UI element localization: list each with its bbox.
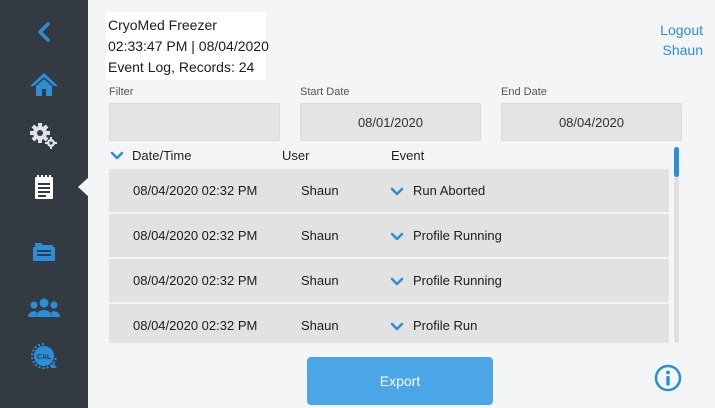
row-user: Shaun [301,183,339,198]
expand-chevron-down-icon[interactable] [390,277,404,286]
row-datetime: 08/04/2020 02:32 PM [133,228,258,243]
row-datetime: 08/04/2020 02:32 PM [133,273,258,288]
event-log-page: CryoMed Freezer 02:33:47 PM | 08/04/2020… [88,0,715,408]
row-event: Run Aborted [413,183,486,198]
row-user: Shaun [301,228,339,243]
filter-input[interactable] [109,103,280,141]
scrollbar-thumb[interactable] [674,147,679,177]
row-datetime: 08/04/2020 02:32 PM [133,318,258,333]
start-date-label: Start Date [300,86,350,98]
row-user: Shaun [301,318,339,333]
sort-chevron-down-icon[interactable] [110,151,124,160]
info-icon[interactable] [654,364,682,392]
start-date-field[interactable]: 08/01/2020 [300,103,481,141]
row-user: Shaun [301,273,339,288]
row-datetime: 08/04/2020 02:32 PM [133,183,258,198]
column-header-datetime[interactable]: Date/Time [132,148,191,163]
settings-gears-icon [30,123,57,149]
calibration-icon-text: CAL [37,354,52,361]
table-row[interactable]: 08/04/2020 02:32 PM Shaun Profile Runnin… [109,214,669,257]
sidebar: CAL [0,0,89,408]
profiles-folder-icon [33,243,55,261]
home-icon [30,73,58,96]
column-header-event: Event [391,148,425,163]
home-button[interactable] [0,62,88,106]
row-event: Profile Running [413,228,502,243]
end-date-field[interactable]: 08/04/2020 [501,103,682,141]
column-header-user: User [282,148,310,163]
users-group-icon [28,298,60,317]
current-datetime: 02:33:47 PM | 08/04/2020 [108,38,269,54]
back-button[interactable] [0,10,88,54]
end-date-label: End Date [501,86,547,98]
row-event: Profile Running [413,273,502,288]
profiles-button[interactable] [0,229,88,273]
back-chevron-icon [38,22,50,42]
row-event: Profile Run [413,318,478,333]
event-log-clipboard-icon [35,175,53,199]
calibration-icon: CAL [31,343,57,369]
calibration-button[interactable]: CAL [0,334,88,378]
settings-button[interactable] [0,114,88,158]
current-user: Shaun [662,42,703,58]
table-row[interactable]: 08/04/2020 02:32 PM Shaun Run Aborted [109,169,669,212]
logout-link[interactable]: Logout [660,22,703,38]
expand-chevron-down-icon[interactable] [390,187,404,196]
page-info: Event Log, Records: 24 [108,59,255,75]
filter-label: Filter [109,86,134,98]
event-table: 08/04/2020 02:32 PM Shaun Run Aborted 08… [109,169,669,343]
users-button[interactable] [0,286,88,330]
export-button[interactable]: Export [307,357,493,405]
table-row[interactable]: 08/04/2020 02:32 PM Shaun Profile Run [109,304,669,343]
expand-chevron-down-icon[interactable] [390,322,404,331]
table-row[interactable]: 08/04/2020 02:32 PM Shaun Profile Runnin… [109,259,669,302]
expand-chevron-down-icon[interactable] [390,232,404,241]
event-log-button[interactable] [0,165,89,209]
app-title: CryoMed Freezer [108,17,217,33]
